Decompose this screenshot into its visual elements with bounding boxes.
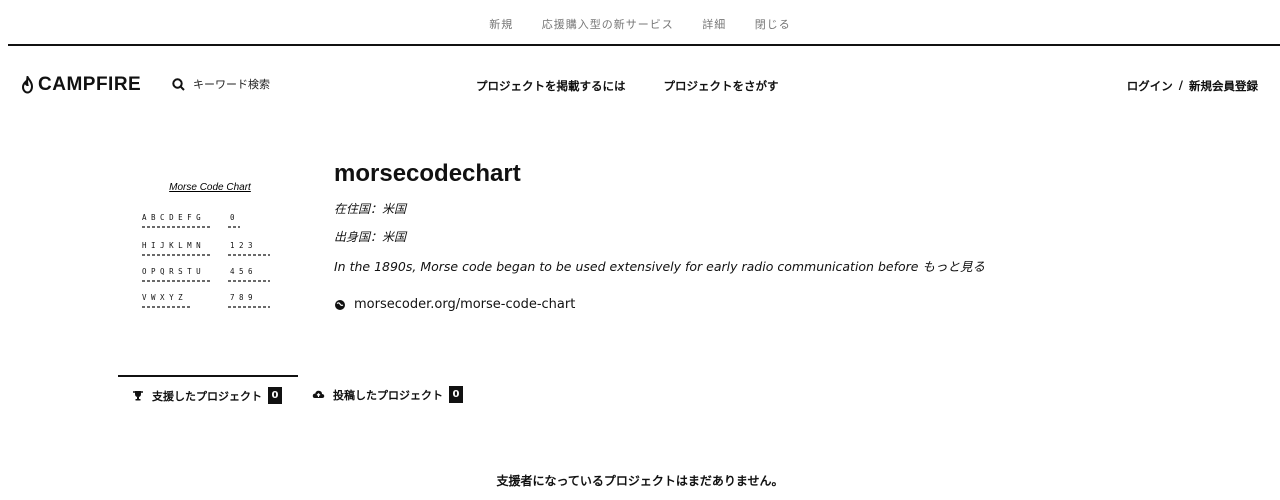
read-more-link[interactable]: もっと見る <box>922 259 985 274</box>
profile-info: morsecodechart 在住国：米国 出身国：米国 In the 1890… <box>334 160 1214 312</box>
profile-name: morsecodechart <box>334 160 521 187</box>
site-header: CAMPFIRE キーワード検索 プロジェクトを掲載するには プロジェクトをさが… <box>0 70 1280 102</box>
count-badge: 0 <box>268 387 282 404</box>
notice-close-link[interactable]: 閉じる <box>755 18 791 31</box>
trophy-icon <box>133 391 143 401</box>
morse-numbers-row: 7 8 9 <box>230 293 253 302</box>
morse-letters-row: V W X Y Z <box>142 293 183 302</box>
morse-numbers-row: 1 2 3 <box>230 241 253 250</box>
website-url: morsecoder.org/morse-code-chart <box>354 297 576 312</box>
nav-post-project[interactable]: プロジェクトを掲載するには <box>476 78 626 94</box>
search-icon <box>172 77 185 91</box>
morse-numbers-row: 0 <box>230 213 235 222</box>
morse-letters-row: O P Q R S T U <box>142 267 201 276</box>
residence: 在住国：米国 <box>334 202 407 216</box>
auth-separator: / <box>1178 78 1183 92</box>
notice-item: 応援購入型の新サービス <box>541 18 674 31</box>
flame-icon <box>21 76 34 94</box>
notice-item: 新規 <box>489 18 514 31</box>
count-badge: 0 <box>449 386 463 403</box>
top-notice-bar: 新規 応援購入型の新サービス 詳細 閉じる <box>0 0 1280 46</box>
bio-text: In the 1890s, Morse code began to be use… <box>334 259 919 274</box>
profile-bio: In the 1890s, Morse code began to be use… <box>334 256 1214 275</box>
morse-letters-row: H I J K L M N <box>142 241 201 250</box>
tab-label: 支援したプロジェクト <box>152 389 262 403</box>
profile-tabs: 支援したプロジェクト 0 投稿したプロジェクト 0 <box>118 375 479 412</box>
search-input[interactable]: キーワード検索 <box>193 76 270 92</box>
logo-text: CAMPFIRE <box>38 74 142 95</box>
tab-posted-projects[interactable]: 投稿したプロジェクト 0 <box>298 375 479 412</box>
birthplace: 出身国：米国 <box>334 230 407 244</box>
morse-letters-row: A B C D E F G <box>142 213 201 222</box>
morse-numbers-row: 4 5 6 <box>230 267 253 276</box>
nav-find-project[interactable]: プロジェクトをさがす <box>664 78 779 94</box>
signup-link[interactable]: 新規会員登録 <box>1189 78 1258 94</box>
cloud-upload-icon <box>312 390 325 398</box>
globe-icon <box>335 299 345 310</box>
profile-image: Morse Code Chart A B C D E F G 0 H I J K… <box>142 182 270 308</box>
main-nav: プロジェクトを掲載するには プロジェクトをさがす <box>476 78 817 94</box>
image-title: Morse Code Chart <box>169 182 252 193</box>
notice-text: 新規 応援購入型の新サービス 詳細 閉じる <box>0 16 1280 32</box>
empty-state-message: 支援者になっているプロジェクトはまだありません。 <box>496 474 784 488</box>
campfire-logo[interactable]: CAMPFIRE <box>20 74 141 96</box>
website-link[interactable]: morsecoder.org/morse-code-chart <box>334 297 1214 312</box>
auth-links: ログイン / 新規会員登録 <box>1127 78 1258 94</box>
tab-label: 投稿したプロジェクト <box>333 388 443 402</box>
divider <box>8 44 1280 46</box>
notice-detail-link[interactable]: 詳細 <box>702 18 726 31</box>
search-box[interactable]: キーワード検索 <box>172 76 270 92</box>
tab-backed-projects[interactable]: 支援したプロジェクト 0 <box>118 375 298 412</box>
login-link[interactable]: ログイン <box>1127 78 1173 94</box>
